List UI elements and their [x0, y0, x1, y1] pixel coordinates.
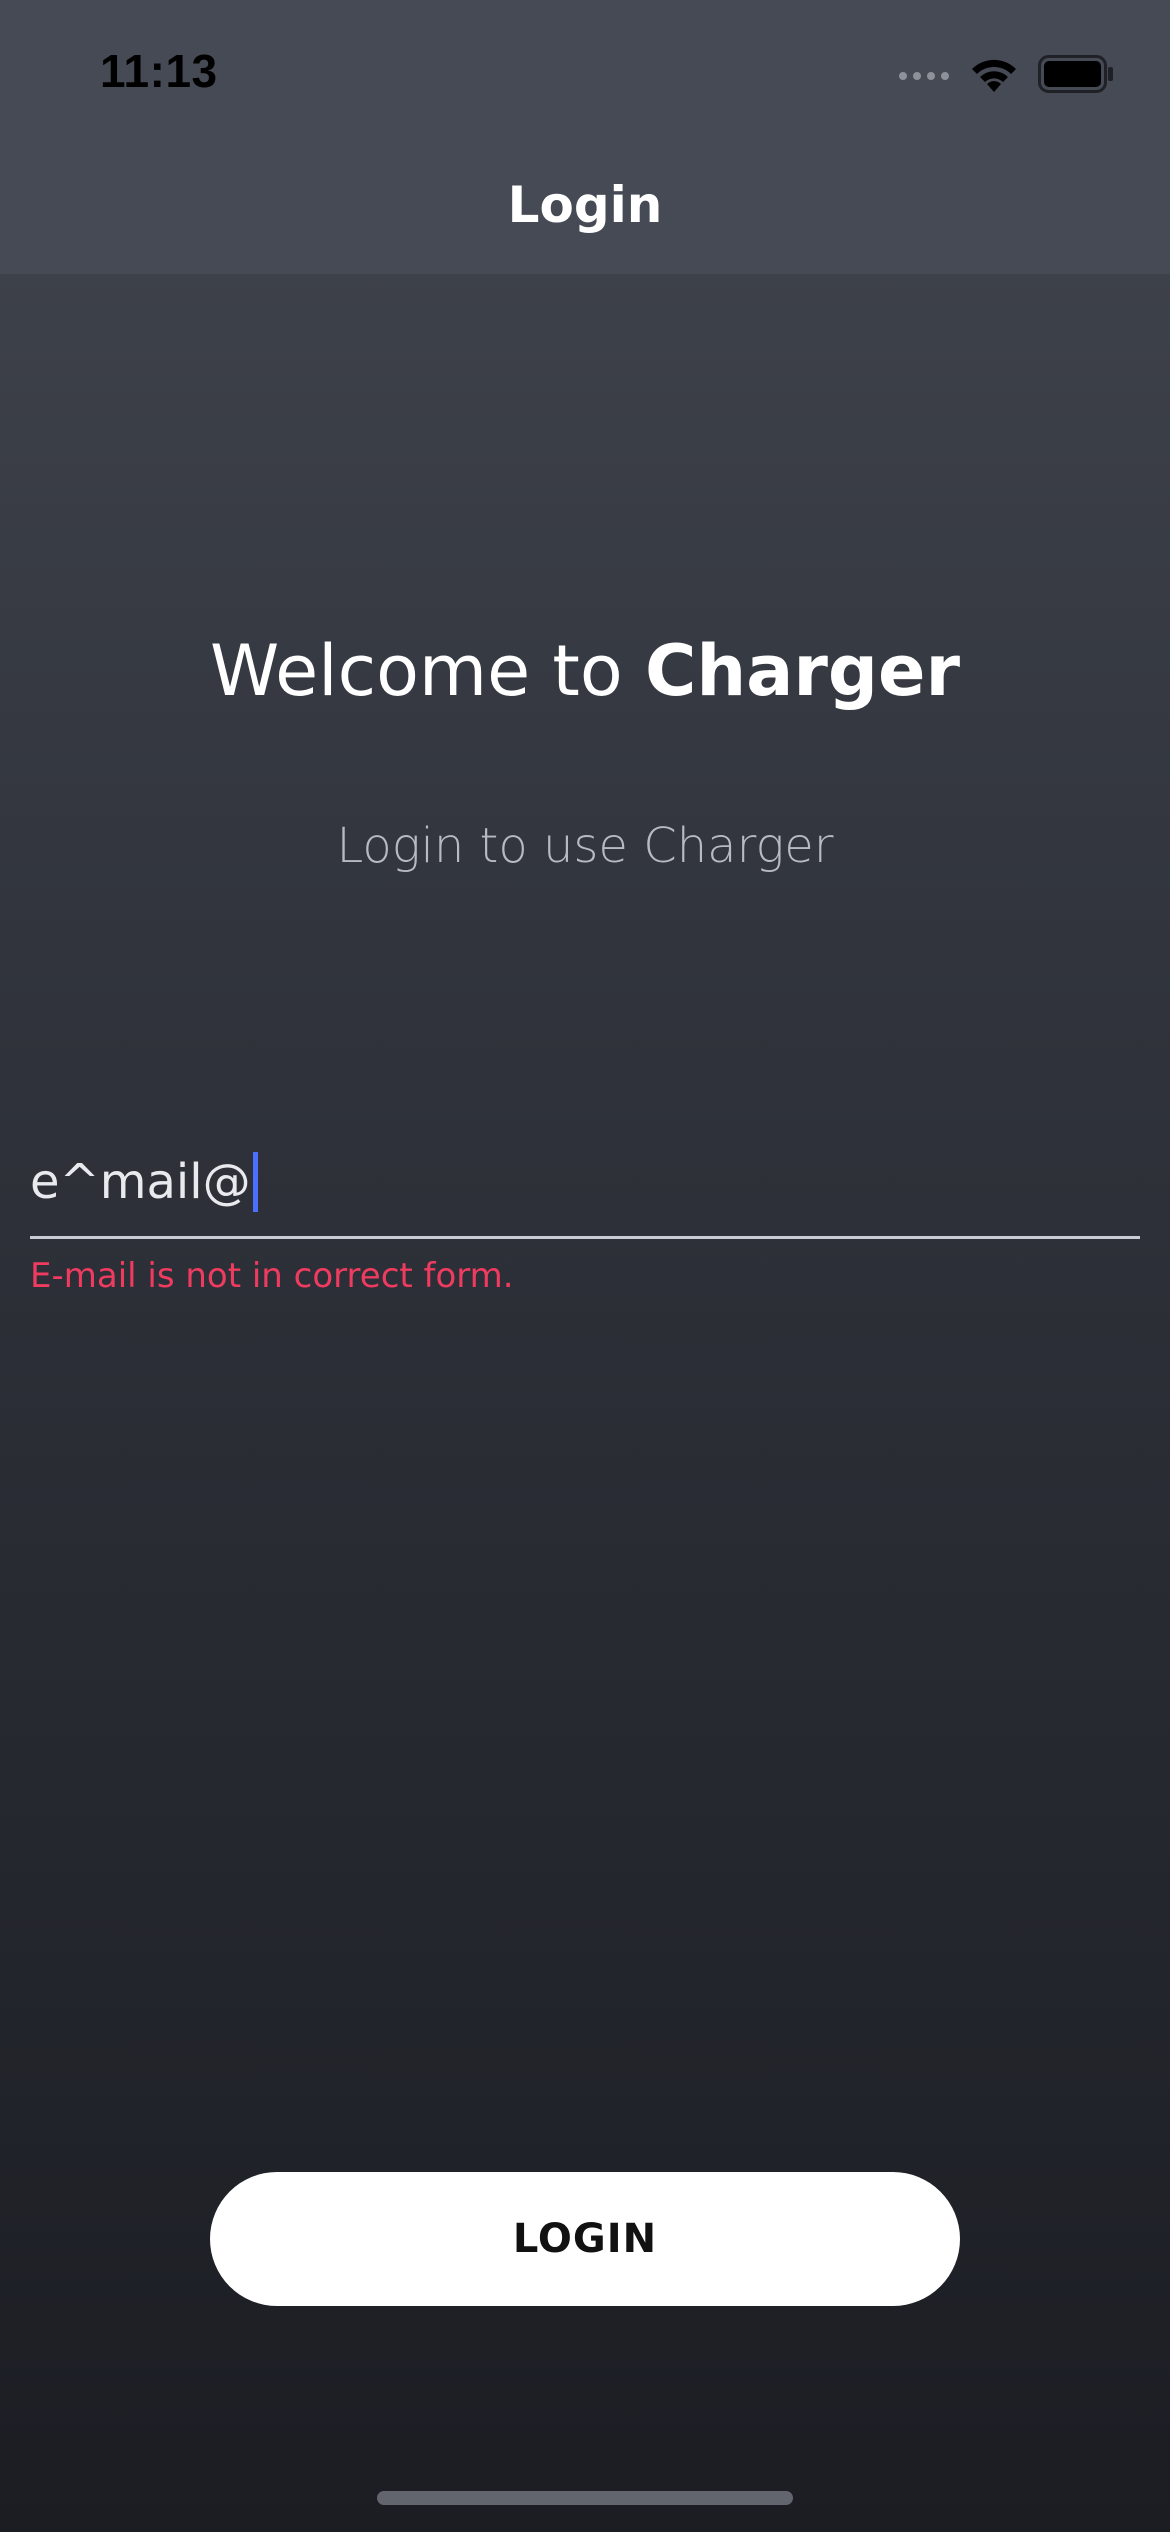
- text-caret: [252, 1152, 258, 1212]
- welcome-heading: Welcome to Charger: [0, 630, 1170, 712]
- email-value-display: e^mail@: [30, 1152, 258, 1212]
- wifi-icon: [972, 59, 1016, 92]
- login-button[interactable]: LOGIN: [210, 2172, 960, 2306]
- status-time: 11:13: [100, 45, 218, 97]
- cellular-signal-icon: [899, 72, 949, 80]
- page-title: Login: [507, 176, 663, 234]
- login-subtitle: Login to use Charger: [336, 818, 834, 874]
- email-error-message: E-mail is not in correct form.: [30, 1256, 514, 1296]
- email-value: e^mail@: [30, 1154, 251, 1210]
- welcome-prefix: Welcome to: [209, 630, 645, 712]
- status-bar: 11:13: [0, 0, 1170, 150]
- status-icons: [898, 52, 1114, 96]
- home-indicator[interactable]: [377, 2491, 793, 2505]
- battery-icon: [1038, 55, 1113, 93]
- email-field[interactable]: e^mail@: [30, 1140, 1140, 1240]
- welcome-brand: Charger: [644, 630, 961, 712]
